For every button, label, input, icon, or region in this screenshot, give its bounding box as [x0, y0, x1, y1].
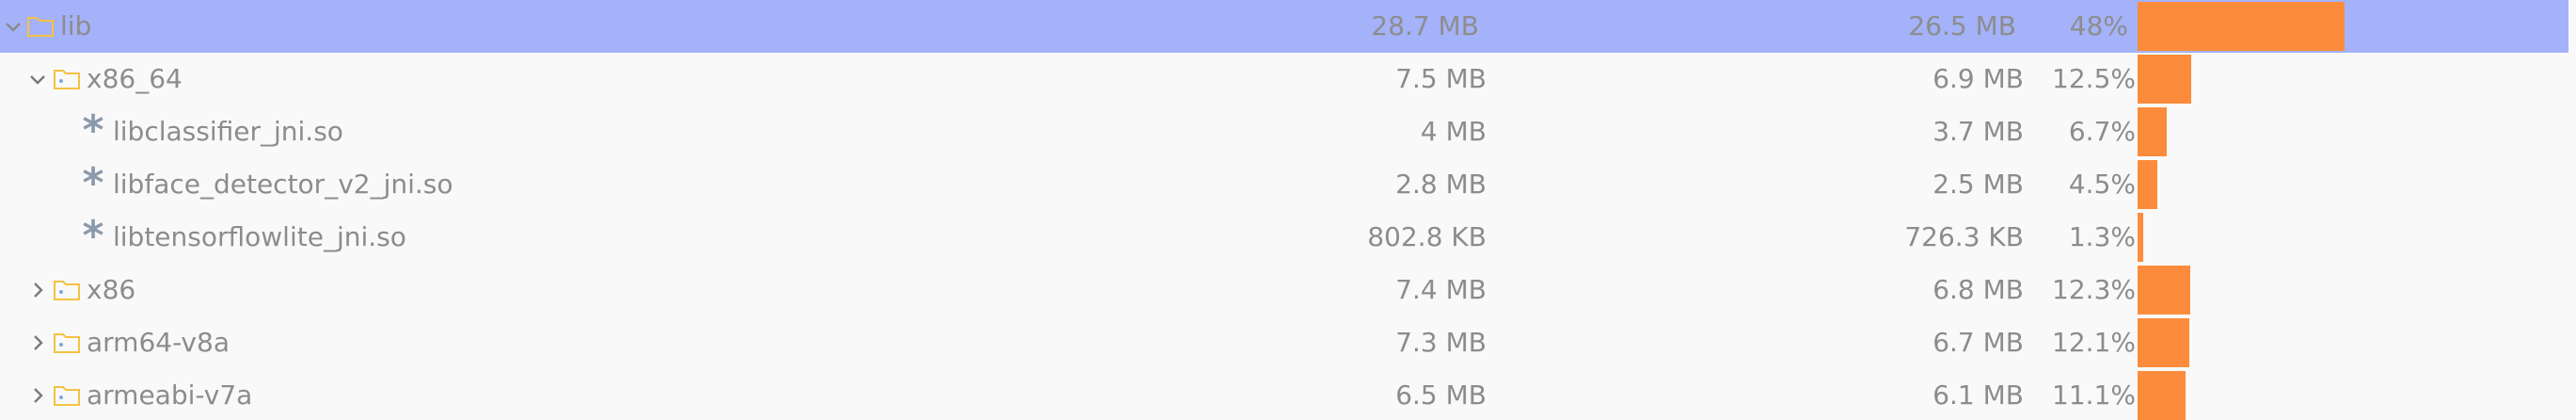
asterisk-icon: *	[82, 212, 104, 260]
tree-row-libtensorflowlite[interactable]: * libtensorflowlite_jni.so 802.8 KB 726.…	[0, 211, 2576, 264]
tree-row-download-size: 2.5 MB	[1932, 169, 2024, 200]
tree-row-download-size: 26.5 MB	[1908, 10, 2016, 41]
tree-row-download-size: 3.7 MB	[1932, 116, 2024, 147]
tree-row-size: 28.7 MB	[1371, 10, 1479, 41]
asterisk-icon: *	[82, 106, 104, 154]
folder-icon	[53, 66, 81, 90]
tree-row-x86[interactable]: x86 7.4 MB 6.8 MB 12.3%	[0, 264, 2576, 316]
chevron-down-icon[interactable]	[23, 64, 53, 94]
size-bar	[2138, 266, 2568, 315]
file-size-tree: lib 28.7 MB 26.5 MB 48% x86_64 7.5 MB 6.…	[0, 0, 2576, 420]
size-bar	[2138, 213, 2568, 262]
tree-row-name: libtensorflowlite_jni.so	[113, 221, 406, 252]
tree-row-percent: 1.3%	[2068, 221, 2136, 252]
tree-row-percent: 48%	[2069, 10, 2128, 41]
tree-row-name: armeabi-v7a	[87, 380, 253, 411]
size-bar	[2138, 2, 2568, 51]
tree-row-download-size: 6.8 MB	[1932, 274, 2024, 305]
tree-row-percent: 12.5%	[2052, 63, 2136, 94]
tree-row-size: 7.3 MB	[1395, 327, 1487, 358]
size-bar-fill	[2138, 107, 2167, 156]
tree-row-lib[interactable]: lib 28.7 MB 26.5 MB 48%	[0, 0, 2568, 53]
chevron-down-icon[interactable]	[0, 11, 28, 41]
size-bar-fill	[2138, 160, 2157, 209]
tree-row-x86-64[interactable]: x86_64 7.5 MB 6.9 MB 12.5%	[0, 53, 2576, 105]
folder-icon	[53, 330, 81, 354]
folder-icon	[53, 277, 81, 301]
tree-row-percent: 4.5%	[2068, 169, 2136, 200]
tree-row-armeabi-v7a[interactable]: armeabi-v7a 6.5 MB 6.1 MB 11.1%	[0, 369, 2576, 420]
tree-row-size: 802.8 KB	[1367, 221, 1487, 252]
tree-row-name: libface_detector_v2_jni.so	[113, 169, 453, 200]
tree-row-size: 7.4 MB	[1395, 274, 1487, 305]
chevron-right-icon[interactable]	[23, 328, 53, 358]
tree-row-libclassifier[interactable]: * libclassifier_jni.so 4 MB 3.7 MB 6.7%	[0, 105, 2576, 158]
asterisk-icon: *	[82, 159, 104, 207]
tree-row-download-size: 6.7 MB	[1932, 327, 2024, 358]
chevron-right-icon[interactable]	[23, 275, 53, 305]
tree-row-name: x86	[87, 274, 136, 305]
tree-row-size: 6.5 MB	[1395, 380, 1487, 411]
size-bar	[2138, 371, 2568, 420]
tree-row-name: arm64-v8a	[87, 327, 230, 358]
tree-row-size: 2.8 MB	[1395, 169, 1487, 200]
size-bar-fill	[2138, 266, 2190, 315]
size-bar	[2138, 160, 2568, 209]
size-bar-fill	[2138, 371, 2186, 420]
size-bar-fill	[2138, 2, 2345, 51]
chevron-right-icon[interactable]	[23, 380, 53, 411]
tree-row-download-size: 6.1 MB	[1932, 380, 2024, 411]
tree-row-size: 4 MB	[1420, 116, 1487, 147]
folder-icon	[53, 382, 81, 407]
size-bar-fill	[2138, 55, 2191, 104]
tree-row-name: libclassifier_jni.so	[113, 116, 343, 147]
tree-row-name: x86_64	[87, 63, 183, 94]
tree-row-arm64-v8a[interactable]: arm64-v8a 7.3 MB 6.7 MB 12.1%	[0, 316, 2576, 369]
folder-icon	[26, 13, 55, 38]
size-bar	[2138, 318, 2568, 367]
tree-row-percent: 6.7%	[2068, 116, 2136, 147]
tree-row-percent: 12.1%	[2052, 327, 2136, 358]
tree-row-name: lib	[60, 10, 92, 41]
size-bar-fill	[2138, 318, 2189, 367]
tree-row-percent: 11.1%	[2052, 380, 2136, 411]
tree-row-download-size: 6.9 MB	[1932, 63, 2024, 94]
size-bar	[2138, 107, 2568, 156]
tree-row-percent: 12.3%	[2052, 274, 2136, 305]
size-bar	[2138, 55, 2568, 104]
tree-row-libface-detector[interactable]: * libface_detector_v2_jni.so 2.8 MB 2.5 …	[0, 158, 2576, 211]
tree-row-size: 7.5 MB	[1395, 63, 1487, 94]
size-bar-fill	[2138, 213, 2143, 262]
tree-row-download-size: 726.3 KB	[1904, 221, 2024, 252]
